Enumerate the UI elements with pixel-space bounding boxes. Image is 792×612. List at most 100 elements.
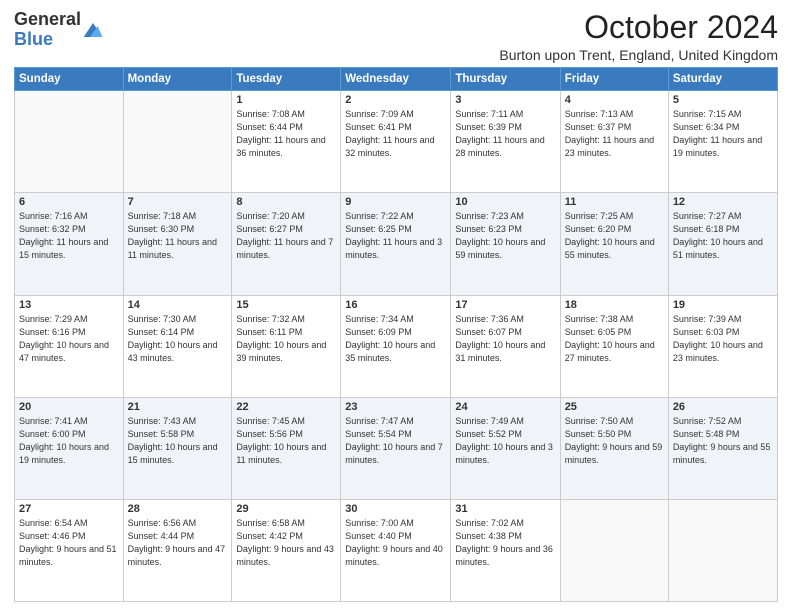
day-number: 31 xyxy=(455,503,555,515)
table-row: 14 Sunrise: 7:30 AMSunset: 6:14 PMDayligh… xyxy=(123,295,232,397)
table-row xyxy=(560,499,668,601)
title-section: October 2024 Burton upon Trent, England,… xyxy=(499,10,778,63)
day-number: 14 xyxy=(128,299,228,311)
logo-icon xyxy=(83,23,103,37)
table-row: 1 Sunrise: 7:08 AMSunset: 6:44 PMDaylight… xyxy=(232,91,341,193)
table-row: 23 Sunrise: 7:47 AMSunset: 5:54 PMDayligh… xyxy=(341,397,451,499)
logo: General Blue xyxy=(14,10,103,50)
day-number: 23 xyxy=(345,401,446,413)
table-row: 19Sunrise: 7:39 AMSunset: 6:03 PMDayligh… xyxy=(668,295,777,397)
day-info: Sunrise: 7:18 AMSunset: 6:30 PMDaylight:… xyxy=(128,210,228,262)
day-number: 11 xyxy=(565,196,664,208)
day-number: 26 xyxy=(673,401,773,413)
day-info: Sunrise: 7:25 AMSunset: 6:20 PMDaylight:… xyxy=(565,210,664,262)
day-number: 29 xyxy=(236,503,336,515)
day-number: 12 xyxy=(673,196,773,208)
day-info: Sunrise: 6:54 AMSunset: 4:46 PMDaylight:… xyxy=(19,517,119,569)
table-row: 30 Sunrise: 7:00 AMSunset: 4:40 PMDayligh… xyxy=(341,499,451,601)
header-thursday: Thursday xyxy=(451,68,560,91)
header-wednesday: Wednesday xyxy=(341,68,451,91)
header-tuesday: Tuesday xyxy=(232,68,341,91)
table-row: 28 Sunrise: 6:56 AMSunset: 4:44 PMDayligh… xyxy=(123,499,232,601)
table-row: 3 Sunrise: 7:11 AMSunset: 6:39 PMDaylight… xyxy=(451,91,560,193)
table-row: 16 Sunrise: 7:34 AMSunset: 6:09 PMDayligh… xyxy=(341,295,451,397)
day-info: Sunrise: 7:20 AMSunset: 6:27 PMDaylight:… xyxy=(236,210,336,262)
table-row: 5 Sunrise: 7:15 AMSunset: 6:34 PMDaylight… xyxy=(668,91,777,193)
day-number: 18 xyxy=(565,299,664,311)
day-info: Sunrise: 7:34 AMSunset: 6:09 PMDaylight:… xyxy=(345,313,446,365)
calendar-table: Sunday Monday Tuesday Wednesday Thursday… xyxy=(14,67,778,602)
header-friday: Friday xyxy=(560,68,668,91)
table-row: 12 Sunrise: 7:27 AMSunset: 6:18 PMDayligh… xyxy=(668,193,777,295)
table-row: 21Sunrise: 7:43 AMSunset: 5:58 PMDayligh… xyxy=(123,397,232,499)
day-info: Sunrise: 7:09 AMSunset: 6:41 PMDaylight:… xyxy=(345,108,446,160)
day-number: 16 xyxy=(345,299,446,311)
calendar-week-row: 27 Sunrise: 6:54 AMSunset: 4:46 PMDayligh… xyxy=(15,499,778,601)
day-info: Sunrise: 7:32 AMSunset: 6:11 PMDaylight:… xyxy=(236,313,336,365)
logo-text: General Blue xyxy=(14,10,81,50)
day-number: 2 xyxy=(345,94,446,106)
table-row: 17 Sunrise: 7:36 AMSunset: 6:07 PMDayligh… xyxy=(451,295,560,397)
day-info: Sunrise: 6:58 AMSunset: 4:42 PMDaylight:… xyxy=(236,517,336,569)
day-number: 13 xyxy=(19,299,119,311)
table-row xyxy=(123,91,232,193)
day-info: Sunrise: 7:39 AMSunset: 6:03 PMDaylight:… xyxy=(673,313,773,365)
day-number: 3 xyxy=(455,94,555,106)
table-row: 25Sunrise: 7:50 AMSunset: 5:50 PMDayligh… xyxy=(560,397,668,499)
day-info: Sunrise: 7:50 AMSunset: 5:50 PMDaylight:… xyxy=(565,415,664,467)
day-info: Sunrise: 7:52 AMSunset: 5:48 PMDaylight:… xyxy=(673,415,773,467)
day-number: 6 xyxy=(19,196,119,208)
day-number: 5 xyxy=(673,94,773,106)
day-info: Sunrise: 7:27 AMSunset: 6:18 PMDaylight:… xyxy=(673,210,773,262)
table-row: 10Sunrise: 7:23 AMSunset: 6:23 PMDayligh… xyxy=(451,193,560,295)
table-row: 26 Sunrise: 7:52 AMSunset: 5:48 PMDayligh… xyxy=(668,397,777,499)
table-row: 11 Sunrise: 7:25 AMSunset: 6:20 PMDayligh… xyxy=(560,193,668,295)
logo-general: General xyxy=(14,9,81,29)
table-row: 13 Sunrise: 7:29 AMSunset: 6:16 PMDayligh… xyxy=(15,295,124,397)
header: General Blue October 2024 Burton upon Tr… xyxy=(14,10,778,63)
day-info: Sunrise: 7:15 AMSunset: 6:34 PMDaylight:… xyxy=(673,108,773,160)
day-number: 27 xyxy=(19,503,119,515)
day-number: 20 xyxy=(19,401,119,413)
day-info: Sunrise: 7:36 AMSunset: 6:07 PMDaylight:… xyxy=(455,313,555,365)
day-number: 1 xyxy=(236,94,336,106)
table-row: 22 Sunrise: 7:45 AMSunset: 5:56 PMDayligh… xyxy=(232,397,341,499)
table-row: 9 Sunrise: 7:22 AMSunset: 6:25 PMDaylight… xyxy=(341,193,451,295)
day-number: 28 xyxy=(128,503,228,515)
day-info: Sunrise: 7:11 AMSunset: 6:39 PMDaylight:… xyxy=(455,108,555,160)
month-title: October 2024 xyxy=(499,10,778,45)
day-number: 8 xyxy=(236,196,336,208)
day-number: 10 xyxy=(455,196,555,208)
table-row xyxy=(15,91,124,193)
day-info: Sunrise: 7:00 AMSunset: 4:40 PMDaylight:… xyxy=(345,517,446,569)
day-info: Sunrise: 7:30 AMSunset: 6:14 PMDaylight:… xyxy=(128,313,228,365)
day-number: 30 xyxy=(345,503,446,515)
table-row: 20Sunrise: 7:41 AMSunset: 6:00 PMDayligh… xyxy=(15,397,124,499)
day-number: 22 xyxy=(236,401,336,413)
day-number: 4 xyxy=(565,94,664,106)
header-monday: Monday xyxy=(123,68,232,91)
day-info: Sunrise: 7:08 AMSunset: 6:44 PMDaylight:… xyxy=(236,108,336,160)
table-row: 15 Sunrise: 7:32 AMSunset: 6:11 PMDayligh… xyxy=(232,295,341,397)
table-row: 27 Sunrise: 6:54 AMSunset: 4:46 PMDayligh… xyxy=(15,499,124,601)
day-info: Sunrise: 6:56 AMSunset: 4:44 PMDaylight:… xyxy=(128,517,228,569)
calendar-week-row: 6Sunrise: 7:16 AMSunset: 6:32 PMDaylight… xyxy=(15,193,778,295)
day-info: Sunrise: 7:43 AMSunset: 5:58 PMDaylight:… xyxy=(128,415,228,467)
day-info: Sunrise: 7:45 AMSunset: 5:56 PMDaylight:… xyxy=(236,415,336,467)
day-number: 9 xyxy=(345,196,446,208)
calendar-week-row: 13 Sunrise: 7:29 AMSunset: 6:16 PMDayligh… xyxy=(15,295,778,397)
day-number: 17 xyxy=(455,299,555,311)
logo-blue: Blue xyxy=(14,29,53,49)
header-saturday: Saturday xyxy=(668,68,777,91)
day-info: Sunrise: 7:22 AMSunset: 6:25 PMDaylight:… xyxy=(345,210,446,262)
day-info: Sunrise: 7:47 AMSunset: 5:54 PMDaylight:… xyxy=(345,415,446,467)
day-info: Sunrise: 7:29 AMSunset: 6:16 PMDaylight:… xyxy=(19,313,119,365)
table-row xyxy=(668,499,777,601)
table-row: 2 Sunrise: 7:09 AMSunset: 6:41 PMDaylight… xyxy=(341,91,451,193)
day-info: Sunrise: 7:49 AMSunset: 5:52 PMDaylight:… xyxy=(455,415,555,467)
table-row: 24Sunrise: 7:49 AMSunset: 5:52 PMDayligh… xyxy=(451,397,560,499)
table-row: 4Sunrise: 7:13 AMSunset: 6:37 PMDaylight… xyxy=(560,91,668,193)
day-info: Sunrise: 7:02 AMSunset: 4:38 PMDaylight:… xyxy=(455,517,555,569)
table-row: 31 Sunrise: 7:02 AMSunset: 4:38 PMDayligh… xyxy=(451,499,560,601)
day-number: 15 xyxy=(236,299,336,311)
